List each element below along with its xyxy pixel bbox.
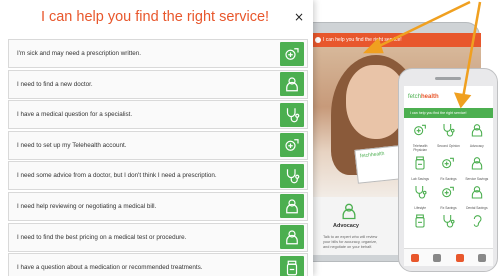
- home-icon[interactable]: [411, 253, 420, 262]
- option-row[interactable]: I'm sick and may need a prescription wri…: [8, 39, 308, 68]
- doctor-icon[interactable]: [280, 194, 304, 219]
- face-shape: [346, 65, 406, 139]
- dialog-title: I can help you find the right service!: [40, 9, 270, 25]
- options-list: I'm sick and may need a prescription wri…: [8, 39, 308, 276]
- service-tile[interactable]: Advocacy: [463, 122, 491, 152]
- hearing-icon: [473, 215, 482, 227]
- doctor-icon[interactable]: [280, 72, 304, 97]
- prescription-icon[interactable]: [280, 133, 304, 158]
- doctor-icon[interactable]: [280, 225, 304, 250]
- tile-label: Rx Savings: [440, 206, 457, 210]
- option-row[interactable]: I need to find a new doctor.: [8, 69, 308, 99]
- brand-logo: fetchhealth: [408, 94, 439, 100]
- stethoscope-icon[interactable]: [280, 163, 304, 188]
- phone-bottom-nav: [404, 248, 493, 266]
- service-tile[interactable]: [434, 213, 462, 235]
- option-label: I'm sick and may need a prescription wri…: [17, 50, 142, 57]
- tablet-header-bar: I can help you find the right service!: [311, 33, 481, 47]
- close-button[interactable]: ×: [294, 10, 304, 24]
- stethoscope-icon: [443, 215, 456, 228]
- phone-device: fetchhealth I can help you find the righ…: [398, 68, 498, 272]
- option-row[interactable]: I have a question about a medication or …: [8, 253, 308, 276]
- service-tile[interactable]: Rx Savings: [434, 184, 462, 210]
- option-row[interactable]: I need to set up my Telehealth account.: [8, 130, 308, 160]
- pill-bottle-icon: [415, 156, 425, 170]
- service-tile-grid: Telehealth Physician Second Opinion Advo…: [404, 118, 493, 239]
- option-row[interactable]: I have a medical question for a speciali…: [8, 100, 308, 130]
- profile-icon[interactable]: [455, 253, 464, 262]
- option-label: I have a question about a medication or …: [17, 264, 203, 272]
- option-label: I need help reviewing or negotiating a m…: [17, 202, 157, 210]
- phone-header: fetchhealth: [404, 86, 493, 108]
- doctor-icon: [342, 203, 356, 220]
- option-label: I need to find a new doctor.: [17, 80, 93, 88]
- info-icon: [315, 37, 321, 43]
- advocacy-text: Talk to an expert who will review your b…: [323, 235, 378, 249]
- tile-label: Second Opinion: [437, 144, 460, 148]
- pill-bottle-icon: [415, 214, 425, 228]
- phone-screen: fetchhealth I can help you find the righ…: [404, 86, 493, 266]
- doctor-icon: [471, 157, 483, 170]
- option-row[interactable]: I need some advice from a doctor, but I …: [8, 161, 308, 191]
- phone-prompt-bar: I can help you find the right service!: [404, 108, 493, 118]
- tile-label: Lifestyle: [414, 206, 427, 210]
- service-tile[interactable]: Second Opinion: [434, 122, 462, 152]
- tile-label: Advocacy: [469, 144, 484, 148]
- brand-prefix: fetch: [408, 94, 422, 100]
- settings-icon[interactable]: [477, 253, 486, 262]
- service-tile[interactable]: Dental Savings: [463, 184, 491, 210]
- option-row[interactable]: I need help reviewing or negotiating a m…: [8, 191, 308, 221]
- pill-bottle-icon[interactable]: [280, 255, 304, 276]
- option-label: I have a medical question for a speciali…: [17, 111, 133, 119]
- tile-label: Lab Savings: [411, 177, 429, 181]
- service-finder-dialog: I can help you find the right service! ×…: [0, 0, 313, 276]
- advocacy-title: Advocacy: [333, 223, 359, 229]
- service-tile[interactable]: Lifestyle: [406, 184, 434, 210]
- prescription-icon[interactable]: [280, 41, 304, 66]
- service-tile[interactable]: Telehealth Physician: [406, 122, 434, 152]
- tile-label: Telehealth Physician: [412, 144, 428, 152]
- service-tile[interactable]: [463, 213, 491, 235]
- service-tile[interactable]: Service Savings: [463, 155, 491, 181]
- stethoscope-icon: [415, 186, 427, 199]
- prescription-icon: [442, 157, 455, 169]
- service-tile[interactable]: Rx Savings: [434, 155, 462, 181]
- option-row[interactable]: I need to find the best pricing on a med…: [8, 222, 308, 252]
- service-tile[interactable]: [406, 213, 434, 235]
- doctor-icon: [471, 124, 483, 137]
- tile-label: Rx Savings: [440, 177, 457, 181]
- option-label: I need some advice from a doctor, but I …: [17, 172, 217, 180]
- prescription-icon: [442, 186, 455, 198]
- doctor-icon: [471, 186, 483, 199]
- stethoscope-icon[interactable]: [280, 102, 304, 127]
- phone-speaker: [435, 77, 461, 80]
- stethoscope-icon: [443, 124, 456, 137]
- service-tile[interactable]: Lab Savings: [406, 155, 434, 181]
- prescription-icon: [414, 124, 427, 136]
- option-label: I need to set up my Telehealth account.: [17, 141, 127, 149]
- option-label: I need to find the best pricing on a med…: [17, 233, 187, 241]
- menu-icon[interactable]: [433, 253, 442, 262]
- card-brand: fetchhealth: [359, 150, 385, 160]
- tile-label: Service Savings: [465, 177, 489, 181]
- tablet-bar-text: I can help you find the right service!: [323, 37, 402, 43]
- brand-suffix: health: [421, 94, 439, 100]
- tile-label: Dental Savings: [466, 206, 488, 210]
